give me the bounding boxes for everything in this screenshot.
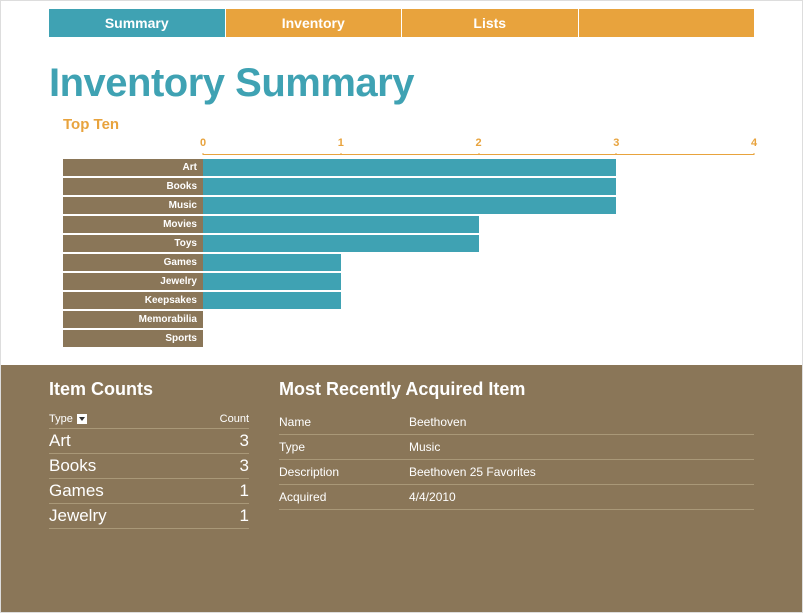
chart-bar-label: Music	[63, 197, 203, 214]
chart-bar-label: Movies	[63, 216, 203, 233]
chart-bar-track	[203, 159, 754, 176]
table-row: Games1	[49, 479, 249, 504]
chart-bar-track	[203, 178, 754, 195]
type-column-header[interactable]: Type	[49, 413, 199, 425]
item-counts-title: Item Counts	[49, 379, 249, 400]
chart-bar-track	[203, 216, 754, 233]
chart-bar-fill	[203, 197, 616, 214]
tab-summary[interactable]: Summary	[49, 9, 226, 37]
item-counts-header: Type Count	[49, 410, 249, 429]
table-row: Art3	[49, 429, 249, 454]
chart-bar-label: Sports	[63, 330, 203, 347]
chart-bar-row: Memorabilia	[63, 311, 754, 328]
detail-value: 4/4/2010	[409, 490, 754, 504]
chart-bar-row: Jewelry	[63, 273, 754, 290]
chart-bar-fill	[203, 159, 616, 176]
axis-tick: 4	[751, 137, 757, 149]
axis-tick: 2	[475, 137, 481, 149]
type-header-label: Type	[49, 413, 73, 425]
item-counts-panel: Item Counts Type Count Art3Books3Games1J…	[49, 379, 249, 592]
detail-label: Name	[279, 415, 409, 429]
table-row: Books3	[49, 454, 249, 479]
count-type-cell: Games	[49, 481, 199, 501]
chart-bar-row: Toys	[63, 235, 754, 252]
axis-tick: 1	[338, 137, 344, 149]
detail-row: DescriptionBeethoven 25 Favorites	[279, 460, 754, 485]
chart-bar-label: Books	[63, 178, 203, 195]
detail-label: Acquired	[279, 490, 409, 504]
top-ten-chart: 0 1 2 3 4 Art Books Music Movies Toys Games Jewelr…	[49, 137, 754, 347]
tab-inventory[interactable]: Inventory	[226, 9, 403, 37]
chart-bar-track	[203, 254, 754, 271]
tab-lists[interactable]: Lists	[402, 9, 579, 37]
chart-axis: 0 1 2 3 4	[203, 137, 754, 155]
chart-bar-fill	[203, 216, 479, 233]
chart-bar-fill	[203, 292, 341, 309]
chart-bar-track	[203, 330, 754, 347]
tab-bar: Summary Inventory Lists	[1, 9, 802, 37]
chart-bar-fill	[203, 178, 616, 195]
app-root: Summary Inventory Lists Inventory Summar…	[0, 0, 803, 613]
chart-bar-track	[203, 273, 754, 290]
chart-title: Top Ten	[49, 116, 754, 133]
count-value-cell: 3	[199, 431, 249, 451]
detail-label: Description	[279, 465, 409, 479]
detail-row: Acquired4/4/2010	[279, 485, 754, 510]
chart-bar-row: Movies	[63, 216, 754, 233]
chart-bar-track	[203, 311, 754, 328]
count-type-cell: Jewelry	[49, 506, 199, 526]
chart-bar-track	[203, 197, 754, 214]
chart-bar-row: Games	[63, 254, 754, 271]
chart-bar-fill	[203, 273, 341, 290]
chart-bar-label: Art	[63, 159, 203, 176]
count-type-cell: Art	[49, 431, 199, 451]
page-title: Inventory Summary	[49, 61, 754, 106]
content-area: Inventory Summary Top Ten 0 1 2 3 4 Art Books…	[1, 37, 802, 347]
chart-bar-label: Memorabilia	[63, 311, 203, 328]
recent-item-title: Most Recently Acquired Item	[279, 379, 754, 400]
detail-label: Type	[279, 440, 409, 454]
filter-icon[interactable]	[77, 414, 87, 424]
chart-bar-row: Sports	[63, 330, 754, 347]
table-row: Jewelry1	[49, 504, 249, 529]
detail-value: Music	[409, 440, 754, 454]
bottom-panel: Item Counts Type Count Art3Books3Games1J…	[1, 365, 802, 612]
count-type-cell: Books	[49, 456, 199, 476]
detail-value: Beethoven 25 Favorites	[409, 465, 754, 479]
chart-bar-label: Keepsakes	[63, 292, 203, 309]
detail-value: Beethoven	[409, 415, 754, 429]
count-value-cell: 3	[199, 456, 249, 476]
detail-row: TypeMusic	[279, 435, 754, 460]
chart-bar-label: Toys	[63, 235, 203, 252]
axis-tick: 0	[200, 137, 206, 149]
count-column-header[interactable]: Count	[199, 413, 249, 425]
chart-bar-row: Keepsakes	[63, 292, 754, 309]
chart-bar-track	[203, 292, 754, 309]
chart-bar-row: Art	[63, 159, 754, 176]
count-value-cell: 1	[199, 481, 249, 501]
chart-bar-row: Books	[63, 178, 754, 195]
chart-bar-fill	[203, 254, 341, 271]
recent-item-panel: Most Recently Acquired Item NameBeethove…	[279, 379, 754, 592]
chart-bar-track	[203, 235, 754, 252]
chart-bar-fill	[203, 235, 479, 252]
chart-bars: Art Books Music Movies Toys Games Jewelry Keeps…	[63, 159, 754, 347]
chart-bar-label: Jewelry	[63, 273, 203, 290]
detail-row: NameBeethoven	[279, 410, 754, 435]
chart-bar-row: Music	[63, 197, 754, 214]
tab-empty[interactable]	[579, 9, 755, 37]
axis-tick: 3	[613, 137, 619, 149]
count-value-cell: 1	[199, 506, 249, 526]
chart-bar-label: Games	[63, 254, 203, 271]
